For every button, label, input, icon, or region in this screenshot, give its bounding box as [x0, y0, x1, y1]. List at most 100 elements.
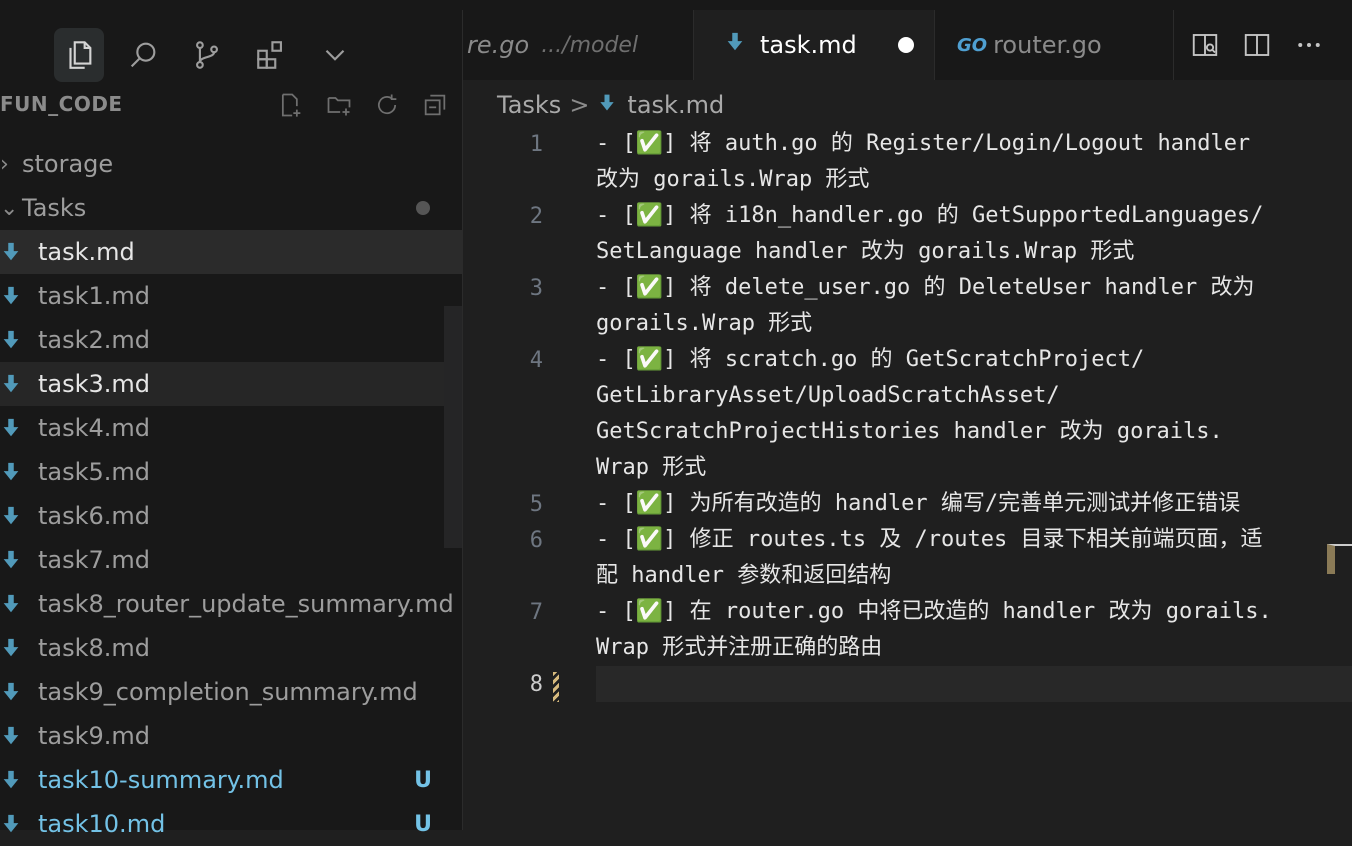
tree-item-label: Tasks [22, 194, 87, 222]
tab-bar: re.go .../model task.md GO router.go [463, 10, 1352, 80]
code-line: gorails.Wrap 形式 [596, 311, 813, 336]
breadcrumb-separator: > [569, 91, 590, 119]
markdown-icon [0, 329, 38, 351]
editor-actions [1185, 10, 1341, 80]
tree-item-label: task8_router_update_summary.md [38, 590, 454, 618]
breadcrumb-file[interactable]: task.md [627, 91, 724, 119]
extensions-button[interactable] [246, 28, 296, 82]
markdown-icon [0, 681, 38, 703]
tree-item-label: storage [22, 150, 114, 178]
code-line: - [✅] 将 delete_user.go 的 DeleteUser hand… [596, 275, 1255, 300]
activity-bar [0, 10, 462, 82]
tree-file[interactable]: task5.md [0, 450, 462, 494]
source-control-icon [196, 41, 218, 69]
tree-item-label: task10-summary.md [38, 766, 284, 794]
explorer-button[interactable] [54, 28, 104, 82]
go-logo-icon: GO [957, 34, 988, 56]
markdown-icon [0, 549, 38, 571]
modified-dot-icon [416, 201, 430, 215]
tree-item-label: task4.md [38, 414, 151, 442]
tree-folder-tasks[interactable]: ⌄ Tasks [0, 186, 462, 230]
code-line: - [✅] 在 router.go 中将已改造的 handler 改为 gora… [596, 599, 1272, 624]
markdown-icon [0, 373, 38, 395]
editor[interactable]: 1 - [✅] 将 auth.go 的 Register/Login/Logout… [463, 126, 1352, 830]
tree-file[interactable]: task9_completion_summary.md [0, 670, 462, 714]
tree-file[interactable]: task.md [0, 230, 462, 274]
git-status-badge: U [414, 811, 432, 837]
tree-file[interactable]: task2.md [0, 318, 462, 362]
tree-item-label: task3.md [38, 370, 151, 398]
code-line: - [✅] 为所有改造的 handler 编写/完善单元测试并修正错误 [596, 491, 1241, 516]
tree-file[interactable]: task10-summary.md U [0, 758, 462, 802]
breadcrumb-folder[interactable]: Tasks [497, 91, 561, 119]
refresh-button[interactable] [372, 90, 402, 120]
split-editor-button[interactable] [1237, 25, 1277, 65]
markdown-icon [0, 813, 38, 835]
tab-label: task.md [760, 31, 857, 59]
tree-item-label: task8.md [38, 634, 151, 662]
sidebar: FUN_CODE › storage ⌄ Tasks task.md task1… [0, 10, 462, 838]
tab-separator [1173, 10, 1174, 80]
tree-item-label: task9_completion_summary.md [38, 678, 418, 706]
tree-item-label: task5.md [38, 458, 151, 486]
code-line: - [✅] 修正 routes.ts 及 /routes 目录下相关前端页面，适 [596, 527, 1263, 552]
explorer-header: FUN_CODE [0, 90, 462, 120]
tree-item-label: task6.md [38, 502, 151, 530]
sidebar-scrollbar[interactable] [444, 306, 462, 548]
source-control-button[interactable] [182, 28, 232, 82]
markdown-icon [0, 241, 38, 263]
new-file-icon [281, 93, 301, 117]
split-editor-icon [1244, 34, 1270, 56]
tree-file[interactable]: task6.md [0, 494, 462, 538]
markdown-icon [724, 31, 746, 59]
more-actions-button[interactable] [1289, 25, 1329, 65]
code-line: Wrap 形式 [596, 455, 707, 480]
tree-file[interactable]: task8_router_update_summary.md [0, 582, 462, 626]
open-preview-button[interactable] [1185, 25, 1225, 65]
breadcrumb: Tasks > task.md [497, 88, 724, 122]
line-number: 5 [529, 492, 543, 517]
ellipsis-icon [1298, 43, 1320, 47]
tree-file[interactable]: task7.md [0, 538, 462, 582]
line-number: 7 [529, 600, 543, 625]
tree-file[interactable]: task9.md [0, 714, 462, 758]
explorer-title: FUN_CODE [0, 92, 123, 116]
line-number: 2 [529, 204, 543, 229]
code-line: - [✅] 将 scratch.go 的 GetScratchProject/ [596, 347, 1145, 372]
tree-file[interactable]: task3.md [0, 362, 462, 406]
tree-file[interactable]: task1.md [0, 274, 462, 318]
search-icon [130, 42, 156, 68]
tree-file[interactable]: task10.md U [0, 802, 462, 846]
code-line: 配 handler 参数和返回结构 [596, 563, 892, 588]
line-number: 4 [529, 348, 543, 373]
markdown-icon [0, 593, 38, 615]
more-views-button[interactable] [310, 28, 360, 82]
tree-folder-storage[interactable]: › storage [0, 142, 462, 186]
cursor-gutter-marker [553, 672, 559, 702]
code-line: - [✅] 将 auth.go 的 Register/Login/Logout … [596, 131, 1251, 156]
tree-item-label: task7.md [38, 546, 151, 574]
new-file-button[interactable] [276, 90, 306, 120]
tree-file[interactable]: task4.md [0, 406, 462, 450]
tab-description: .../model [541, 32, 639, 58]
tab-model-go[interactable]: re.go .../model [463, 10, 693, 80]
collapse-all-button[interactable] [420, 90, 450, 120]
tree-item-label: task1.md [38, 282, 151, 310]
tab-router-go[interactable]: GO router.go [935, 10, 1173, 80]
line-number: 8 [529, 672, 543, 697]
window-top-strip [0, 0, 1352, 10]
tree-file[interactable]: task8.md [0, 626, 462, 670]
tab-task-md[interactable]: task.md [694, 10, 934, 80]
collapse-icon [424, 94, 446, 116]
line-number: 1 [529, 132, 543, 157]
unsaved-dot-icon[interactable] [898, 37, 914, 53]
line-number: 6 [529, 528, 543, 553]
new-folder-button[interactable] [324, 90, 354, 120]
overview-ruler-mark [1327, 544, 1352, 574]
search-button[interactable] [118, 28, 168, 82]
markdown-icon [0, 417, 38, 439]
code-line: GetLibraryAsset/UploadScratchAsset/ [596, 383, 1060, 408]
extensions-icon [257, 41, 282, 69]
new-folder-icon [327, 97, 351, 116]
markdown-icon [0, 461, 38, 483]
